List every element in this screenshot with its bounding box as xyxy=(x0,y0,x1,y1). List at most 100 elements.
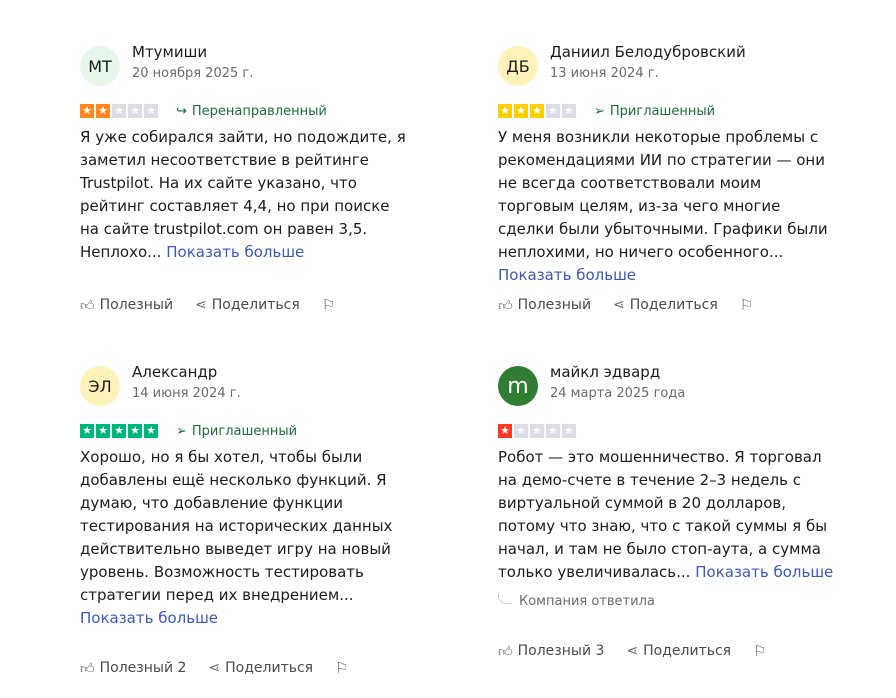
review-header: ДБ Даниил Белодубровский 13 июня 2024 г. xyxy=(498,40,896,92)
review-actions: 👍︎ Полезный 3 ⋖ Поделиться ⚐ xyxy=(498,642,767,660)
avatar[interactable]: ДБ xyxy=(498,46,538,86)
show-more-link[interactable]: Показать больше xyxy=(80,609,218,627)
invited-icon: ➢ xyxy=(176,423,187,439)
reviewer-name[interactable]: Александр xyxy=(132,362,241,382)
flag-icon[interactable]: ⚐ xyxy=(322,296,335,314)
show-more-link[interactable]: Показать больше xyxy=(498,266,636,284)
useful-button[interactable]: 👍︎ Полезный xyxy=(498,297,591,314)
share-label: Поделиться xyxy=(211,297,300,313)
review-card: ЭЛ Александр 14 июня 2024 г. ★ ★ ★ ★ ★ ➢ При… xyxy=(80,360,480,677)
thumbs-up-icon: 👍︎ xyxy=(498,643,513,660)
avatar[interactable]: m xyxy=(498,366,538,406)
badge-label: Перенаправленный xyxy=(191,103,327,119)
invited-icon: ➢ xyxy=(594,103,605,119)
star-filled-icon: ★ xyxy=(96,104,110,118)
useful-label: Полезный xyxy=(99,297,174,313)
star-empty-icon: ★ xyxy=(144,104,158,118)
reviewer-name[interactable]: Мтумиши xyxy=(132,42,253,62)
review-text: У меня возникли некоторые проблемы с рек… xyxy=(498,126,838,287)
share-button[interactable]: ⋖ Поделиться xyxy=(613,297,718,313)
redirect-icon: ↪ xyxy=(176,103,187,119)
star-filled-icon: ★ xyxy=(112,424,126,438)
review-actions: 👍︎ Полезный ⋖ Поделиться ⚐ xyxy=(498,296,753,314)
star-rating: ★ ★ ★ ★ ★ xyxy=(498,424,576,438)
useful-button[interactable]: 👍︎ Полезный 3 xyxy=(498,643,604,660)
share-icon: ⋖ xyxy=(626,643,639,659)
flag-icon[interactable]: ⚐ xyxy=(335,659,348,677)
show-more-link[interactable]: Показать больше xyxy=(166,243,304,261)
badge-label: Приглашенный xyxy=(609,103,716,119)
star-filled-icon: ★ xyxy=(128,424,142,438)
company-reply[interactable]: Компания ответила xyxy=(498,593,896,609)
avatar[interactable]: ЭЛ xyxy=(80,366,120,406)
star-filled-icon: ★ xyxy=(498,104,512,118)
star-filled-icon: ★ xyxy=(96,424,110,438)
review-header: m майкл эдвард 24 марта 2025 года xyxy=(498,360,896,412)
share-icon: ⋖ xyxy=(208,660,221,676)
star-filled-icon: ★ xyxy=(514,104,528,118)
thumbs-up-icon: 👍︎ xyxy=(80,660,95,677)
star-rating: ★ ★ ★ ★ ★ xyxy=(80,104,158,118)
review-card: МТ Мтумиши 20 ноября 2025 г. ★ ★ ★ ★ ★ ↪ Пер… xyxy=(80,40,480,314)
star-filled-icon: ★ xyxy=(80,424,94,438)
review-actions: 👍︎ Полезный ⋖ Поделиться ⚐ xyxy=(80,296,335,314)
useful-label: Полезный xyxy=(517,297,592,313)
flag-icon[interactable]: ⚐ xyxy=(740,296,753,314)
star-filled-icon: ★ xyxy=(498,424,512,438)
review-badge: ➢ Приглашенный xyxy=(594,104,715,119)
share-label: Поделиться xyxy=(643,643,732,659)
star-empty-icon: ★ xyxy=(112,104,126,118)
review-badge: ↪ Перенаправленный xyxy=(176,104,327,119)
reviewer-name[interactable]: Даниил Белодубровский xyxy=(550,42,746,62)
reviewer-name[interactable]: майкл эдвард xyxy=(550,362,685,382)
star-empty-icon: ★ xyxy=(562,424,576,438)
review-date: 13 июня 2024 г. xyxy=(550,66,659,81)
review-card: m майкл эдвард 24 марта 2025 года ★ ★ ★ ★ ★ … xyxy=(498,360,896,660)
share-button[interactable]: ⋖ Поделиться xyxy=(208,660,313,676)
review-actions: 👍︎ Полезный 2 ⋖ Поделиться ⚐ xyxy=(80,659,349,677)
star-empty-icon: ★ xyxy=(530,424,544,438)
share-button[interactable]: ⋖ Поделиться xyxy=(626,643,731,659)
review-badge: ➢ Приглашенный xyxy=(176,424,297,439)
badge-label: Приглашенный xyxy=(191,423,298,439)
avatar[interactable]: МТ xyxy=(80,46,120,86)
useful-label: Полезный 2 xyxy=(99,660,187,676)
star-empty-icon: ★ xyxy=(128,104,142,118)
flag-icon[interactable]: ⚐ xyxy=(753,642,766,660)
star-empty-icon: ★ xyxy=(546,104,560,118)
review-body: Я уже собирался зайти, но подождите, я з… xyxy=(80,128,406,261)
reply-label: Компания ответила xyxy=(519,594,655,609)
useful-label: Полезный 3 xyxy=(517,643,605,659)
star-rating: ★ ★ ★ ★ ★ xyxy=(498,104,576,118)
star-empty-icon: ★ xyxy=(562,104,576,118)
review-date: 24 марта 2025 года xyxy=(550,386,686,401)
star-filled-icon: ★ xyxy=(80,104,94,118)
thumbs-up-icon: 👍︎ xyxy=(498,297,513,314)
star-empty-icon: ★ xyxy=(514,424,528,438)
useful-button[interactable]: 👍︎ Полезный 2 xyxy=(80,660,186,677)
share-button[interactable]: ⋖ Поделиться xyxy=(195,297,300,313)
share-icon: ⋖ xyxy=(195,297,207,313)
review-text: Робот — это мошенничество. Я торговал на… xyxy=(498,446,838,584)
reply-icon xyxy=(498,593,511,604)
review-text: Хорошо, но я бы хотел, чтобы были добавл… xyxy=(80,446,410,630)
share-label: Поделиться xyxy=(225,660,314,676)
review-text: Я уже собирался зайти, но подождите, я з… xyxy=(80,126,410,264)
share-icon: ⋖ xyxy=(613,297,625,313)
review-body: Хорошо, но я бы хотел, чтобы были добавл… xyxy=(80,448,393,604)
review-card: ДБ Даниил Белодубровский 13 июня 2024 г.… xyxy=(498,40,896,314)
review-date: 20 ноября 2025 г. xyxy=(132,66,254,81)
share-label: Поделиться xyxy=(629,297,718,313)
review-header: ЭЛ Александр 14 июня 2024 г. xyxy=(80,360,480,412)
review-date: 14 июня 2024 г. xyxy=(132,386,241,401)
review-body: У меня возникли некоторые проблемы с рек… xyxy=(498,128,828,261)
review-header: МТ Мтумиши 20 ноября 2025 г. xyxy=(80,40,480,92)
star-filled-icon: ★ xyxy=(144,424,158,438)
star-filled-icon: ★ xyxy=(530,104,544,118)
review-body: Робот — это мошенничество. Я торговал на… xyxy=(498,448,828,581)
star-empty-icon: ★ xyxy=(546,424,560,438)
show-more-link[interactable]: Показать больше xyxy=(695,563,833,581)
thumbs-up-icon: 👍︎ xyxy=(80,297,95,314)
useful-button[interactable]: 👍︎ Полезный xyxy=(80,297,173,314)
star-rating: ★ ★ ★ ★ ★ xyxy=(80,424,158,438)
